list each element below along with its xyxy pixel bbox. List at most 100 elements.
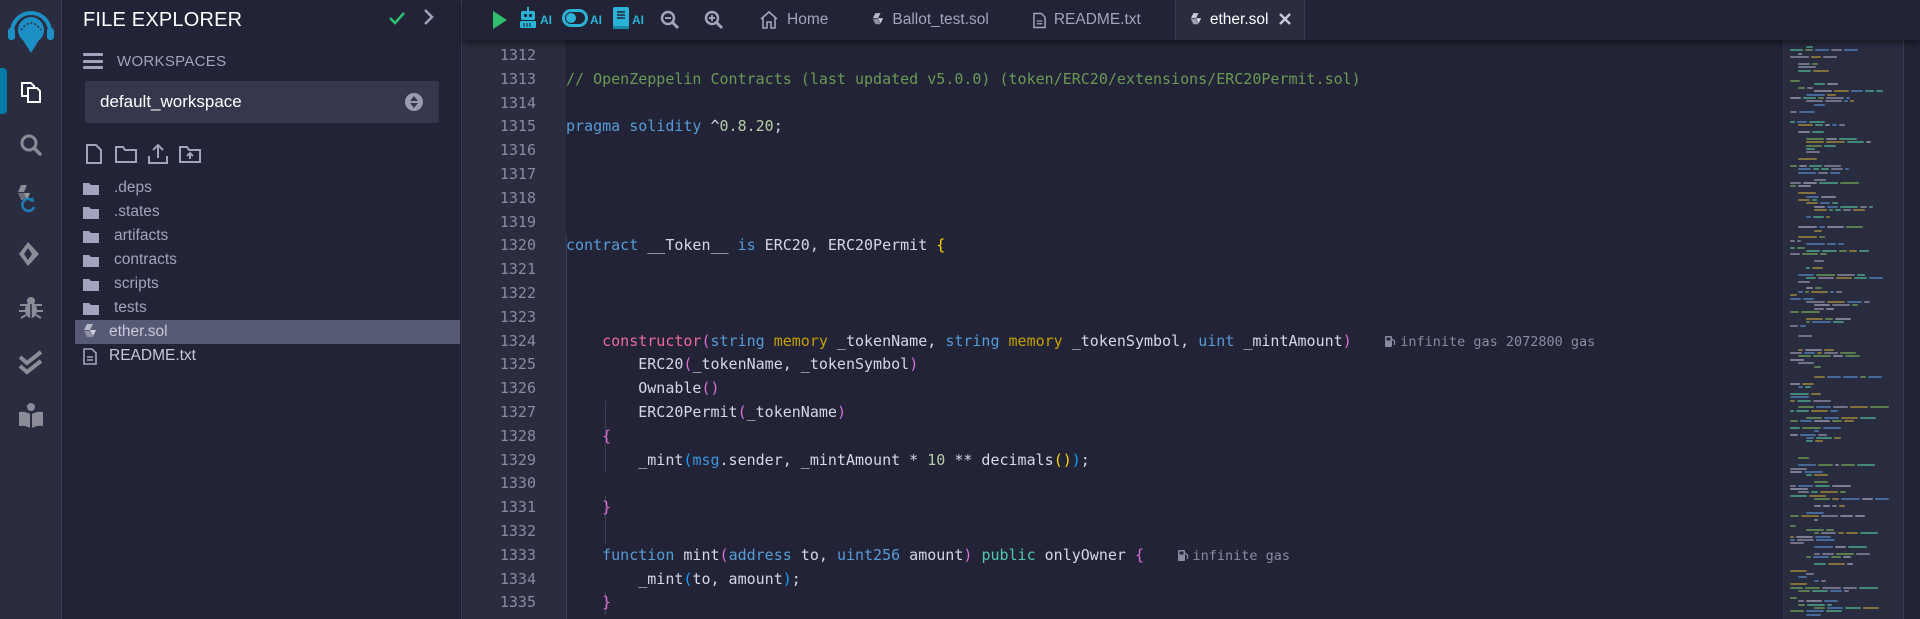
minimap-line: [1806, 610, 1824, 613]
minimap-line: [1804, 471, 1823, 473]
minimap-line: [1849, 250, 1857, 252]
remix-logo-icon[interactable]: [6, 8, 56, 54]
minimap-line: [1809, 165, 1822, 167]
minimap-line: [1815, 124, 1823, 127]
tab-readme[interactable]: README.txt: [1017, 0, 1157, 40]
minimap-line: [1806, 243, 1825, 246]
code-editor[interactable]: 1312 1313 // OpenZeppelin Contracts (last …: [463, 40, 1920, 619]
chevron-right-icon[interactable]: [422, 7, 436, 33]
minimap-line: [1814, 307, 1824, 310]
minimap-line: [1798, 171, 1816, 174]
minimap-line: [1806, 216, 1811, 218]
minimap-line: [1815, 440, 1823, 443]
tab-label: Ballot_test.sol: [892, 11, 989, 28]
minimap-line: [1826, 610, 1842, 613]
minimap-line: [1860, 416, 1876, 419]
minimap-line: [1790, 80, 1800, 82]
deploy-run-icon[interactable]: [13, 236, 49, 272]
minimap-line: [1812, 590, 1828, 592]
tree-item-folder[interactable]: scripts: [62, 272, 460, 296]
minimap-line: [1807, 86, 1813, 89]
tab-ballot-test[interactable]: Ballot_test.sol: [856, 0, 1005, 40]
minimap-line: [1814, 430, 1819, 433]
code-text: Ownable(): [566, 379, 720, 398]
learneth-icon[interactable]: [13, 398, 49, 434]
minimap-line: [1875, 498, 1889, 501]
minimap-line: [1844, 590, 1849, 592]
ai-label: AI: [540, 13, 552, 27]
minimap[interactable]: [1783, 40, 1903, 619]
file-explorer-icon[interactable]: [13, 74, 49, 110]
minimap-line: [1840, 491, 1846, 494]
tree-item-label: artifacts: [114, 227, 169, 244]
new-folder-icon[interactable]: [114, 142, 138, 166]
minimap-line: [1801, 311, 1820, 314]
minimap-line: [1798, 66, 1816, 69]
minimap-line: [1798, 86, 1805, 89]
minimap-line: [1799, 165, 1807, 167]
unit-testing-icon[interactable]: [13, 345, 49, 381]
minimap-line: [1827, 226, 1844, 229]
tree-item-file[interactable]: README.txt: [62, 344, 460, 368]
minimap-line: [1797, 120, 1807, 123]
minimap-line: [1827, 607, 1843, 609]
code-text: pragma solidity ^0.8.20;: [566, 117, 783, 136]
workspace-select[interactable]: default_workspace: [85, 81, 439, 123]
tree-item-folder[interactable]: artifacts: [62, 224, 460, 248]
new-file-icon[interactable]: [82, 142, 106, 166]
ai-docs-button[interactable]: AI: [607, 0, 649, 40]
ai-assistant-button[interactable]: AI: [513, 0, 557, 40]
minimap-line: [1806, 416, 1822, 419]
robot-icon: [518, 6, 538, 34]
close-tab-icon[interactable]: [1278, 10, 1292, 30]
minimap-line: [1798, 590, 1810, 592]
minimap-line: [1798, 457, 1809, 460]
tab-home[interactable]: Home: [743, 0, 844, 40]
minimap-line: [1814, 552, 1820, 555]
minimap-line: [1824, 144, 1836, 147]
vertical-scrollbar[interactable]: [1903, 40, 1920, 619]
zoom-in-button[interactable]: [699, 0, 729, 40]
minimap-line: [1790, 569, 1807, 572]
minimap-line: [1855, 515, 1865, 518]
minimap-line: [1840, 205, 1858, 208]
minimap-line: [1811, 409, 1828, 412]
tree-item-folder[interactable]: .states: [62, 200, 460, 224]
hamburger-menu-icon[interactable]: [83, 53, 103, 69]
code-text: _mint(msg.sender, _mintAmount * 10 ** de…: [566, 450, 1090, 469]
tab-ether-sol[interactable]: ether.sol: [1174, 0, 1306, 40]
minimap-line: [1798, 576, 1807, 579]
tree-item-folder[interactable]: contracts: [62, 248, 460, 272]
search-icon[interactable]: [13, 127, 49, 163]
minimap-line: [1797, 239, 1801, 242]
solidity-file-icon: [83, 324, 100, 339]
minimap-line: [1840, 182, 1859, 184]
tree-item-label: README.txt: [109, 347, 196, 364]
tree-item-file-selected[interactable]: ether.sol: [75, 320, 460, 344]
minimap-line: [1869, 205, 1873, 208]
tree-item-folder[interactable]: tests: [62, 296, 460, 320]
debugger-icon[interactable]: [13, 290, 49, 326]
tree-item-folder[interactable]: .deps: [62, 176, 460, 200]
run-script-button[interactable]: [487, 0, 513, 40]
upload-files-icon[interactable]: [146, 142, 170, 166]
minimap-line: [1814, 562, 1826, 565]
minimap-line: [1806, 141, 1824, 144]
solidity-compiler-icon[interactable]: [13, 182, 49, 218]
folder-icon: [83, 205, 100, 219]
upload-folder-icon[interactable]: [178, 142, 202, 166]
ai-toggle-button[interactable]: AI: [557, 0, 607, 40]
minimap-line: [1812, 199, 1817, 201]
tree-item-label: .deps: [114, 179, 152, 196]
minimap-line: [1850, 100, 1854, 103]
minimap-line: [1838, 243, 1844, 246]
minimap-line: [1790, 542, 1804, 545]
code-text: {: [602, 426, 612, 445]
minimap-line: [1806, 474, 1812, 477]
zoom-out-button[interactable]: [655, 0, 685, 40]
minimap-line: [1814, 607, 1825, 609]
minimap-line: [1824, 165, 1841, 167]
minimap-line: [1790, 165, 1797, 167]
minimap-line: [1813, 556, 1829, 558]
minimap-line: [1853, 209, 1865, 212]
